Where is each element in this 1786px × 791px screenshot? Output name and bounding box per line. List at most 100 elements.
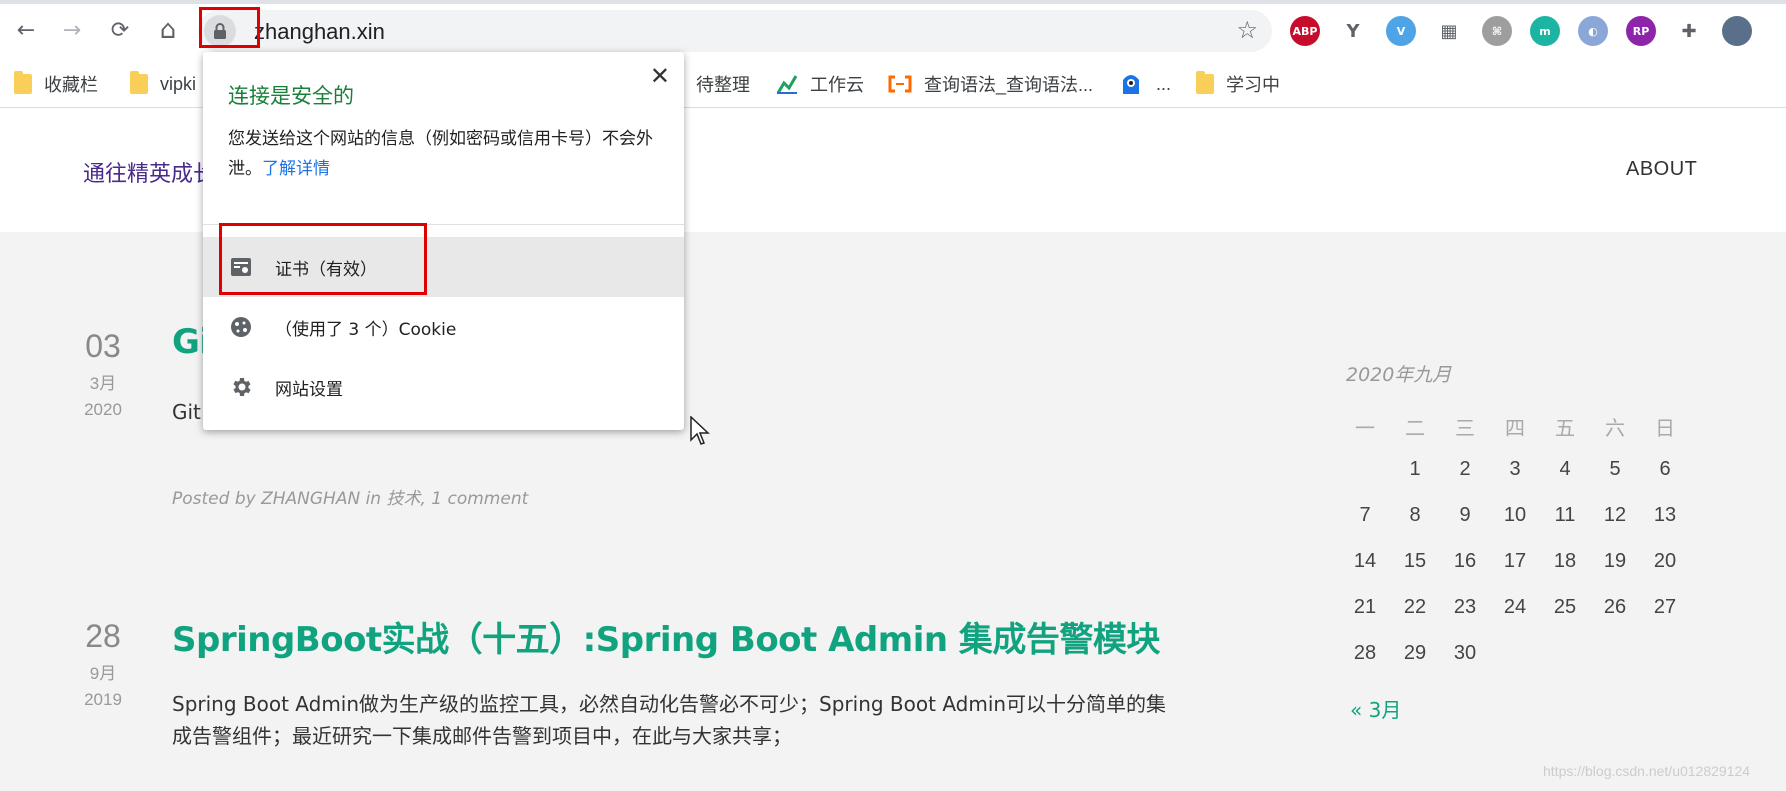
calendar-day: 3 (1509, 458, 1521, 480)
calendar-day: 17 (1503, 550, 1527, 572)
calendar-weekday: 二 (1405, 418, 1425, 440)
calendar-day: 23 (1453, 596, 1477, 618)
calendar-day: 16 (1453, 550, 1477, 572)
reload-button[interactable]: ⟳ (106, 16, 134, 44)
back-button[interactable]: ← (12, 16, 40, 44)
bookmark-label: 学习中 (1226, 75, 1280, 95)
home-button[interactable]: ⌂ (154, 15, 182, 45)
learn-more-link[interactable]: 了解详情 (262, 159, 330, 179)
gear-icon (229, 375, 253, 399)
calendar-day: 19 (1603, 550, 1627, 572)
calendar-weekday: 日 (1655, 418, 1675, 440)
calendar-caption: 2020年九月 (1346, 364, 1452, 386)
calendar-day: 8 (1409, 504, 1421, 526)
calendar-weekday: 六 (1605, 418, 1625, 440)
calendar-day: 7 (1359, 504, 1371, 526)
calendar-day: 9 (1459, 504, 1471, 526)
bookmark-label: ... (1156, 73, 1172, 94)
bookmark-folder-daizhengli[interactable]: 待整理 (696, 70, 750, 98)
highlight-lock-box (199, 7, 260, 48)
aliyun-site-icon (888, 75, 912, 93)
cookie-icon (229, 315, 253, 339)
bookmark-folder-shoucanglan[interactable]: 收藏栏 (14, 70, 98, 98)
command-extension-icon[interactable]: ⌘ (1482, 16, 1512, 46)
m-extension-icon[interactable]: m (1530, 16, 1560, 46)
calendar-day: 30 (1453, 642, 1477, 664)
post-title-link[interactable]: SpringBoot实战（十五）:Spring Boot Admin 集成告警模… (172, 612, 1160, 661)
bookmark-chaxunyufa[interactable]: 查询语法_查询语法... (888, 70, 1093, 98)
calendar-day: 5 (1609, 458, 1621, 480)
folder-icon (14, 71, 32, 94)
folder-icon (1196, 71, 1214, 94)
calendar-day: 11 (1554, 504, 1576, 526)
calendar-day: 13 (1653, 504, 1677, 526)
bookmark-gongzuoyun[interactable]: 工作云 (776, 70, 864, 98)
calendar-weekday: 四 (1505, 418, 1525, 440)
address-bar[interactable]: zhanghan.xin ☆ (198, 10, 1272, 52)
folder-icon (130, 71, 148, 94)
calendar-day: 2 (1459, 458, 1471, 480)
vimeo-extension-icon[interactable]: V (1386, 16, 1416, 46)
bookmark-folder-xuexizhong[interactable]: 学习中 (1196, 70, 1280, 98)
url-text[interactable]: zhanghan.xin (254, 19, 385, 45)
post-year: 2020 (84, 400, 122, 419)
highlight-certificate-box (219, 223, 427, 295)
bookmark-label: vipki (160, 73, 197, 94)
calendar-weekday: 三 (1455, 418, 1475, 440)
forward-button[interactable]: → (58, 16, 86, 44)
extensions-puzzle-icon[interactable]: ✚ (1674, 16, 1704, 46)
watermark: https://blog.csdn.net/u012829124 (1543, 763, 1751, 779)
site-settings-item[interactable]: 网站设置 (203, 357, 684, 417)
site-settings-label: 网站设置 (275, 379, 343, 400)
round-extension-icon[interactable]: ◐ (1578, 16, 1608, 46)
post-date: 03 3月 2020 (68, 328, 138, 420)
calendar-day: 21 (1353, 596, 1377, 618)
calendar-day: 1 (1409, 458, 1421, 480)
cookies-item[interactable]: （使用了 3 个）Cookie (203, 297, 684, 357)
post-meta: Posted by ZHANGHAN in 技术, 1 comment (172, 489, 529, 509)
tab-strip-edge (0, 0, 1786, 4)
calendar-weekday: 一 (1355, 418, 1375, 440)
rp-extension-icon[interactable]: RP (1626, 16, 1656, 46)
calendar-day: 27 (1653, 596, 1677, 618)
popup-description: 您发送给这个网站的信息（例如密码或信用卡号）不会外泄。了解详情 (228, 124, 668, 184)
calendar-day: 25 (1553, 596, 1577, 618)
post-date: 28 9月 2019 (68, 618, 138, 710)
calendar-prev-link[interactable]: « 3月 (1350, 694, 1401, 723)
calendar-day: 14 (1353, 550, 1377, 572)
bookmark-label: 待整理 (696, 75, 750, 95)
calendar-day: 28 (1353, 642, 1377, 664)
calendar-day: 4 (1559, 458, 1571, 480)
calendar-weekday: 五 (1555, 418, 1575, 440)
calendar-day: 29 (1403, 642, 1427, 664)
popup-title: 连接是安全的 (228, 84, 354, 108)
qr-code-icon[interactable]: ▦ (1434, 16, 1464, 46)
bookmark-label: 收藏栏 (44, 75, 98, 95)
calendar-day: 10 (1503, 504, 1527, 526)
calendar-day: 6 (1659, 458, 1671, 480)
yoroi-extension-icon[interactable]: Y (1338, 16, 1368, 46)
calendar-day: 15 (1403, 550, 1427, 572)
excerpt-line: Spring Boot Admin做为生产级的监控工具，必然自动化告警必不可少；… (172, 692, 1167, 716)
calendar-day: 18 (1553, 550, 1577, 572)
adblock-plus-icon[interactable]: ABP (1290, 16, 1320, 46)
post-excerpt: Spring Boot Admin做为生产级的监控工具，必然自动化告警必不可少；… (172, 688, 1166, 752)
close-icon[interactable]: ✕ (650, 62, 670, 90)
bookmark-folder-vipki[interactable]: vipki (130, 70, 196, 98)
bookmark-star-icon[interactable]: ☆ (1236, 16, 1258, 44)
calendar-day: 26 (1603, 596, 1627, 618)
calendar-day: 12 (1603, 504, 1627, 526)
post-month: 3月 (89, 374, 117, 393)
post-day: 28 (85, 618, 121, 654)
calendar-day: 20 (1653, 550, 1677, 572)
cookies-label: （使用了 3 个）Cookie (275, 319, 457, 340)
profile-avatar-icon[interactable] (1722, 16, 1752, 46)
bookmark-monster[interactable]: ... (1120, 70, 1171, 98)
site-title-link[interactable]: 通往精英成长 (83, 156, 215, 188)
calendar-day: 24 (1503, 596, 1527, 618)
nav-about-link[interactable]: ABOUT (1626, 158, 1697, 181)
calendar-day: 22 (1403, 596, 1427, 618)
bookmark-label: 工作云 (810, 75, 864, 95)
bookmark-label: 查询语法_查询语法... (924, 75, 1094, 95)
excerpt-line: 成告警组件；最近研究一下集成邮件告警到项目中，在此与大家共享； (172, 724, 792, 748)
